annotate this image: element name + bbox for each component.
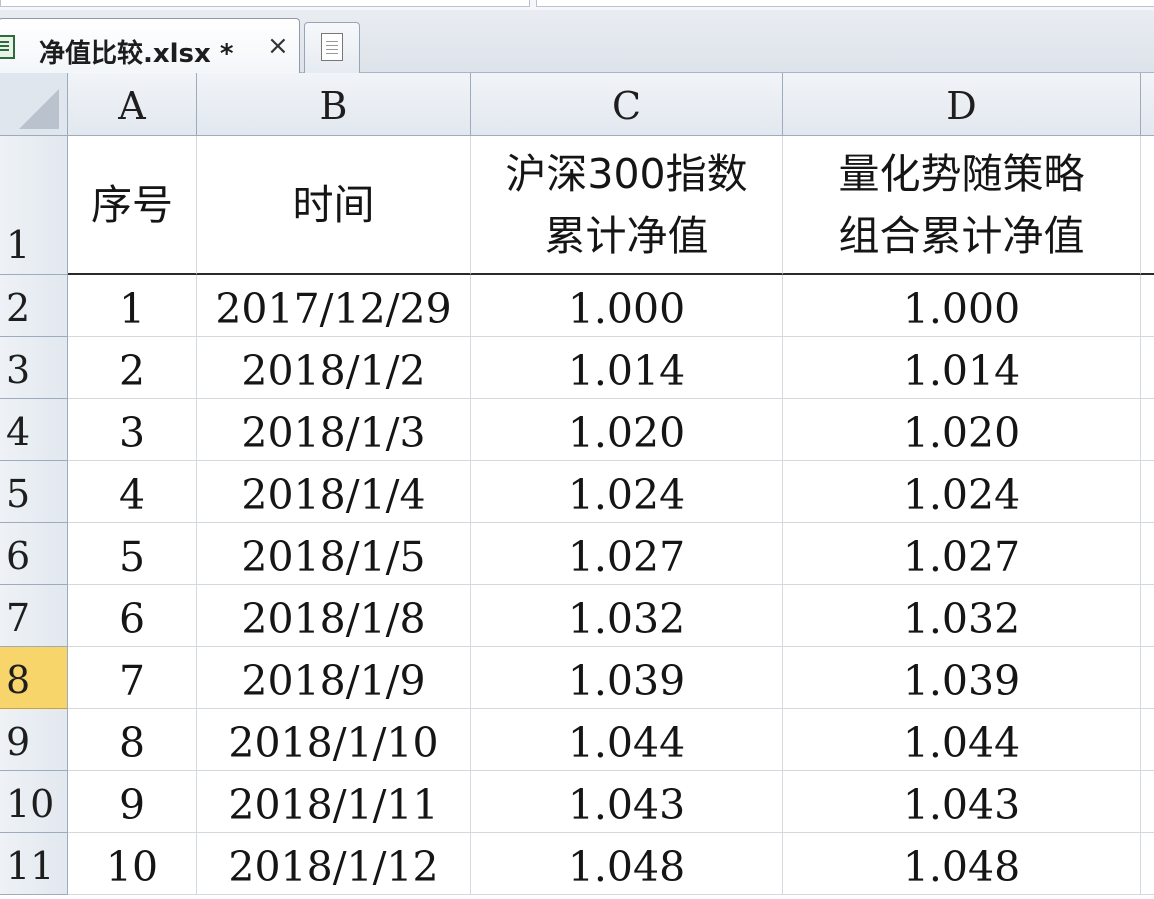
cell-csi300-nav[interactable]: 1.044: [471, 709, 783, 771]
cell-date[interactable]: 2018/1/4: [197, 461, 471, 523]
cell-seq[interactable]: 3: [68, 399, 197, 461]
cell-date[interactable]: 2018/1/2: [197, 337, 471, 399]
cell-date[interactable]: 2018/1/9: [197, 647, 471, 709]
cell-seq[interactable]: 10: [68, 833, 197, 895]
row-header-6[interactable]: 6: [0, 523, 68, 585]
row-header-5[interactable]: 5: [0, 461, 68, 523]
cell-e[interactable]: [1141, 275, 1154, 337]
cell-strategy-nav[interactable]: 1.032: [783, 585, 1141, 647]
row-header-4[interactable]: 4: [0, 399, 68, 461]
cell-csi300-nav[interactable]: 1.032: [471, 585, 783, 647]
row-header-8[interactable]: 8: [0, 647, 68, 709]
cell-csi300-nav[interactable]: 1.043: [471, 771, 783, 833]
cell-strategy-nav[interactable]: 1.000: [783, 275, 1141, 337]
column-header-b[interactable]: B: [197, 73, 471, 136]
header-cell-text: 累计净值: [544, 211, 709, 260]
header-cell-strategy-nav[interactable]: 量化势随策略 组合累计净值: [783, 136, 1141, 275]
header-cell-e[interactable]: [1141, 136, 1154, 275]
cell-e[interactable]: [1141, 771, 1154, 833]
cell-e[interactable]: [1141, 461, 1154, 523]
cell-e[interactable]: [1141, 709, 1154, 771]
header-cell-text: 时间: [292, 180, 375, 229]
cell-date[interactable]: 2018/1/11: [197, 771, 471, 833]
cell-seq[interactable]: 4: [68, 461, 197, 523]
header-cell-text: 量化势随策略: [838, 149, 1085, 198]
window-top-strip: [0, 0, 1154, 10]
cell-csi300-nav[interactable]: 1.027: [471, 523, 783, 585]
row-header-11[interactable]: 11: [0, 833, 68, 895]
cell-csi300-nav[interactable]: 1.000: [471, 275, 783, 337]
cell-seq[interactable]: 7: [68, 647, 197, 709]
toolbar-field-right[interactable]: [536, 0, 1154, 7]
cell-strategy-nav[interactable]: 1.020: [783, 399, 1141, 461]
close-icon[interactable]: ×: [267, 31, 289, 61]
column-header-e[interactable]: [1141, 73, 1154, 136]
column-header-c[interactable]: C: [471, 73, 783, 136]
row-header-2[interactable]: 2: [0, 275, 68, 337]
new-document-icon: [321, 33, 343, 61]
cell-seq[interactable]: 2: [68, 337, 197, 399]
row-header-3[interactable]: 3: [0, 337, 68, 399]
cell-date[interactable]: 2017/12/29: [197, 275, 471, 337]
cell-csi300-nav[interactable]: 1.024: [471, 461, 783, 523]
cell-date[interactable]: 2018/1/8: [197, 585, 471, 647]
toolbar-field-left[interactable]: [0, 0, 530, 7]
header-cell-text: 组合累计净值: [838, 211, 1085, 260]
cell-date[interactable]: 2018/1/5: [197, 523, 471, 585]
cell-seq[interactable]: 5: [68, 523, 197, 585]
cell-csi300-nav[interactable]: 1.020: [471, 399, 783, 461]
cell-e[interactable]: [1141, 833, 1154, 895]
cell-e[interactable]: [1141, 337, 1154, 399]
cell-strategy-nav[interactable]: 1.048: [783, 833, 1141, 895]
column-header-d[interactable]: D: [783, 73, 1141, 136]
document-tab-title: 净值比较.xlsx *: [39, 39, 234, 69]
cell-date[interactable]: 2018/1/10: [197, 709, 471, 771]
excel-file-icon: [0, 35, 15, 59]
cell-e[interactable]: [1141, 399, 1154, 461]
document-tab-bar: 净值比较.xlsx * ×: [0, 10, 1154, 74]
cell-strategy-nav[interactable]: 1.039: [783, 647, 1141, 709]
row-header-7[interactable]: 7: [0, 585, 68, 647]
cell-csi300-nav[interactable]: 1.014: [471, 337, 783, 399]
cell-seq[interactable]: 8: [68, 709, 197, 771]
header-cell-csi300-nav[interactable]: 沪深300指数 累计净值: [471, 136, 783, 275]
row-header-9[interactable]: 9: [0, 709, 68, 771]
document-tab[interactable]: 净值比较.xlsx * ×: [0, 18, 300, 74]
cell-strategy-nav[interactable]: 1.044: [783, 709, 1141, 771]
cell-date[interactable]: 2018/1/12: [197, 833, 471, 895]
cell-seq[interactable]: 6: [68, 585, 197, 647]
cell-strategy-nav[interactable]: 1.043: [783, 771, 1141, 833]
header-cell-text: 沪深300指数: [505, 149, 748, 198]
cell-seq[interactable]: 9: [68, 771, 197, 833]
cell-e[interactable]: [1141, 647, 1154, 709]
cell-strategy-nav[interactable]: 1.027: [783, 523, 1141, 585]
row-header-10[interactable]: 10: [0, 771, 68, 833]
row-header-1[interactable]: 1: [0, 136, 68, 275]
spreadsheet-grid: A B C D 1 2 3 4 5 6 7 8 9 10 11 序号 时间 沪深300指数 累计净值 量化势随策略 组合…: [0, 73, 1154, 895]
header-cell-seq[interactable]: 序号: [68, 136, 197, 275]
header-cell-time[interactable]: 时间: [197, 136, 471, 275]
header-cell-text: 序号: [91, 180, 173, 229]
cell-strategy-nav[interactable]: 1.014: [783, 337, 1141, 399]
cell-e[interactable]: [1141, 523, 1154, 585]
select-all-triangle-icon[interactable]: [0, 73, 68, 136]
cell-e[interactable]: [1141, 585, 1154, 647]
cell-csi300-nav[interactable]: 1.039: [471, 647, 783, 709]
cell-strategy-nav[interactable]: 1.024: [783, 461, 1141, 523]
cell-csi300-nav[interactable]: 1.048: [471, 833, 783, 895]
cell-seq[interactable]: 1: [68, 275, 197, 337]
cell-date[interactable]: 2018/1/3: [197, 399, 471, 461]
new-tab-button[interactable]: [304, 22, 360, 74]
column-header-a[interactable]: A: [68, 73, 197, 136]
